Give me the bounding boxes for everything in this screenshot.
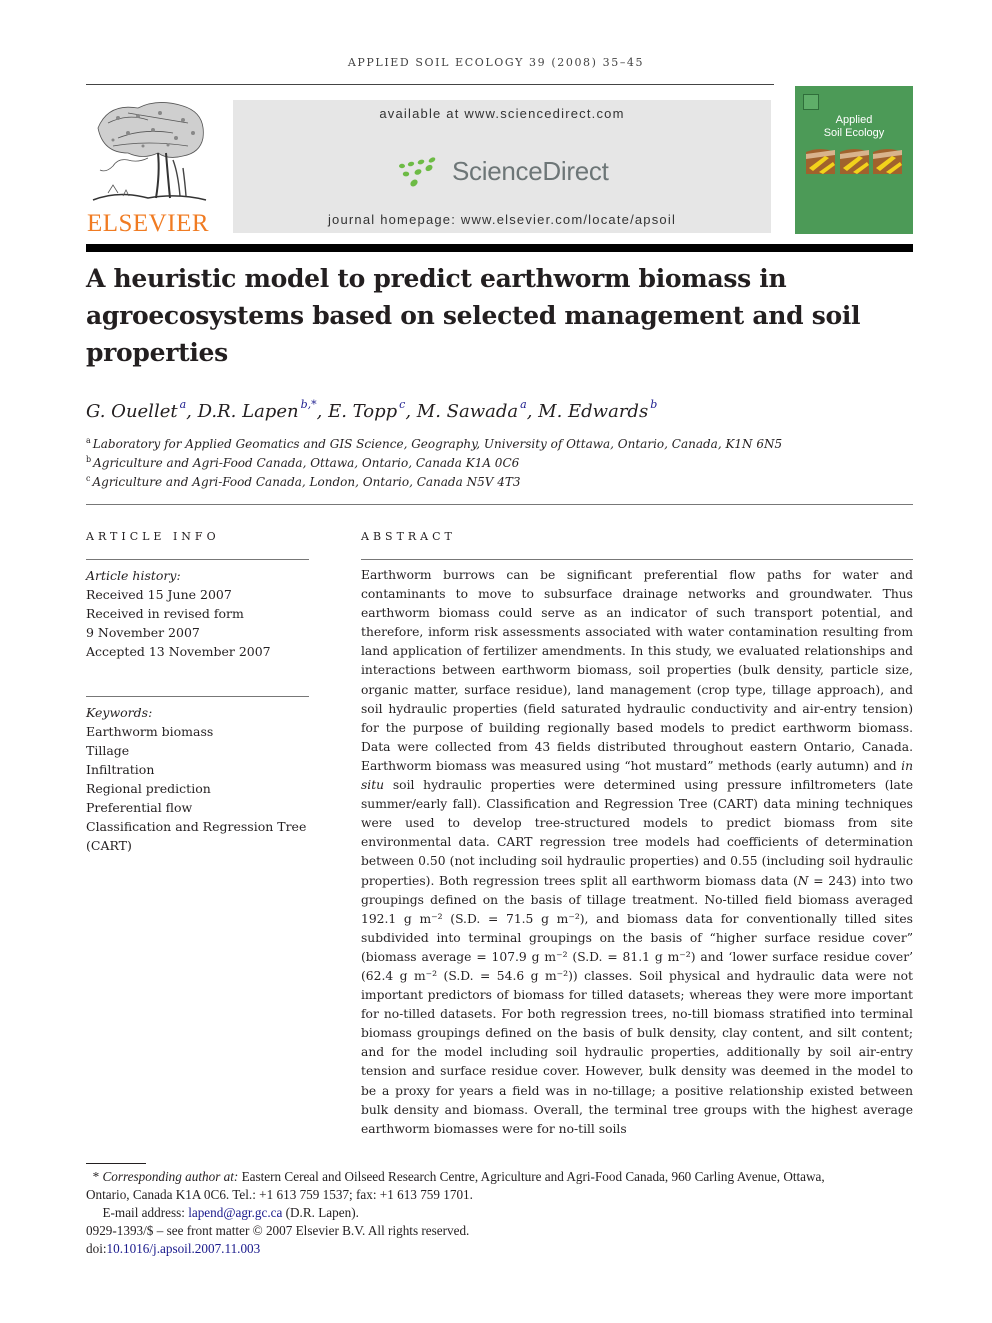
article-info-heading: ARTICLE INFO — [86, 530, 220, 543]
author-separator: , — [405, 401, 417, 422]
footnote-mark: * — [92, 1169, 100, 1184]
soil-profile-icons — [806, 149, 902, 174]
keywords-label: Keywords: — [86, 705, 153, 720]
keyword: Tillage — [86, 743, 130, 758]
abstract-italic: N — [797, 873, 809, 888]
affiliation-text: Agriculture and Agri-Food Canada, Ottawa… — [93, 456, 520, 470]
doi-label: doi: — [86, 1241, 107, 1256]
history-item: Received 15 June 2007 — [86, 587, 232, 602]
doi-link[interactable]: 10.1016/j.apsoil.2007.11.003 — [107, 1241, 261, 1256]
author-name: M. Sawada — [416, 401, 519, 422]
abstract-paragraph: Earthworm burrows can be significant pre… — [361, 566, 913, 1139]
author-separator: , — [186, 401, 198, 422]
affiliation: a Laboratory for Applied Geomatics and GI… — [86, 436, 782, 451]
section-divider — [86, 504, 913, 505]
article-history-label: Article history: — [86, 568, 181, 583]
elsevier-logo[interactable]: ELSEVIER — [86, 98, 210, 240]
cover-title: Applied Soil Ecology — [795, 114, 913, 140]
affiliation-mark: a — [86, 436, 91, 445]
corresponding-author-note: * Corresponding author at: Eastern Cerea… — [86, 1168, 916, 1186]
corresponding-label: Corresponding author at: — [102, 1169, 239, 1184]
keywords-rule — [86, 696, 309, 697]
abstract-text: = 243) into two groupings defined on the… — [361, 873, 914, 1136]
doi-line: doi:10.1016/j.apsoil.2007.11.003 — [86, 1240, 916, 1258]
keyword: Regional prediction — [86, 781, 211, 796]
corresponding-text-cont: Ontario, Canada K1A 0C6. Tel.: +1 613 75… — [86, 1187, 473, 1202]
email-link[interactable]: lapend@agr.gc.ca — [188, 1205, 282, 1220]
sciencedirect-dots-icon — [399, 157, 436, 187]
author[interactable]: D.R. Lapen b,* — [197, 398, 317, 422]
author-name: D.R. Lapen — [197, 401, 299, 422]
author[interactable]: E. Topp c — [328, 398, 405, 422]
header-rule — [86, 84, 774, 85]
elsevier-wordmark: ELSEVIER — [86, 210, 210, 237]
keywords: Keywords: Earthworm biomass Tillage Infi… — [86, 703, 306, 855]
keyword: Infiltration — [86, 762, 155, 777]
author-affil-mark[interactable]: b,* — [301, 398, 317, 411]
author-affil-mark[interactable]: b — [650, 398, 657, 411]
author[interactable]: M. Sawada a — [416, 398, 527, 422]
running-head: APPLIED SOIL ECOLOGY 39 (2008) 35–45 — [347, 56, 645, 69]
history-item: 9 November 2007 — [86, 625, 200, 640]
author[interactable]: M. Edwards b — [538, 398, 657, 422]
article-history: Article history: Received 15 June 2007 R… — [86, 566, 271, 661]
corresponding-text: Eastern Cereal and Oilseed Research Cent… — [238, 1169, 825, 1184]
available-at-link[interactable]: available at www.sciencedirect.com — [233, 106, 771, 121]
affiliation-text: Agriculture and Agri-Food Canada, London… — [92, 475, 521, 489]
journal-homepage-link[interactable]: journal homepage: www.elsevier.com/locat… — [233, 212, 771, 227]
title-rule — [86, 244, 913, 252]
copyright-line: 0929-1393/$ – see front matter © 2007 El… — [86, 1223, 470, 1238]
author[interactable]: G. Ouellet a — [86, 398, 186, 422]
abstract-body: Earthworm burrows can be significant pre… — [361, 566, 913, 1139]
keyword: Earthworm biomass — [86, 724, 214, 739]
author-separator: , — [526, 401, 539, 422]
elsevier-tree-icon — [92, 102, 207, 201]
sciencedirect-logo[interactable]: ScienceDirect — [398, 150, 609, 194]
sciencedirect-wordmark: ScienceDirect — [452, 156, 609, 186]
cover-title-line1: Applied — [835, 114, 873, 126]
history-item: Accepted 13 November 2007 — [86, 644, 271, 659]
email-suffix: (D.R. Lapen). — [282, 1205, 359, 1220]
journal-cover[interactable]: Applied Soil Ecology — [795, 86, 913, 234]
abstract-text: Earthworm burrows can be significant pre… — [361, 568, 913, 773]
author-name: M. Edwards — [538, 401, 649, 422]
affiliation: b Agriculture and Agri-Food Canada, Ottaw… — [86, 455, 519, 470]
author-list: G. Ouellet a, D.R. Lapen b,*, E. Topp c, M.… — [86, 398, 657, 422]
affiliation-mark: c — [86, 474, 91, 483]
abstract-heading: ABSTRACT — [361, 530, 456, 543]
footnotes: * Corresponding author at: Eastern Cerea… — [86, 1168, 916, 1258]
author-separator: , — [316, 401, 329, 422]
article-title: A heuristic model to predict earthworm b… — [86, 264, 861, 367]
sciencedirect-banner: available at www.sciencedirect.com Scien… — [233, 100, 771, 233]
affiliation-mark: b — [86, 455, 92, 464]
footnote-rule — [86, 1163, 146, 1164]
keyword: Preferential flow — [86, 800, 193, 815]
abstract-text: soil hydraulic properties were determine… — [361, 778, 913, 888]
email-label: E-mail address: — [102, 1205, 189, 1220]
history-item: Received in revised form — [86, 606, 244, 621]
affiliation: c Agriculture and Agri-Food Canada, Londo… — [86, 474, 520, 489]
email-note: E-mail address: lapend@agr.gc.ca (D.R. L… — [86, 1204, 916, 1222]
elsevier-tree-mini-icon — [803, 94, 819, 110]
keyword: (CART) — [86, 838, 132, 853]
article-info-rule — [86, 559, 309, 560]
cover-title-line2: Soil Ecology — [823, 127, 885, 139]
affiliation-text: Laboratory for Applied Geomatics and GIS… — [92, 437, 783, 451]
keyword: Classification and Regression Tree — [86, 819, 307, 834]
abstract-rule — [361, 559, 913, 560]
author-name: G. Ouellet — [86, 401, 178, 422]
author-name: E. Topp — [328, 401, 398, 422]
